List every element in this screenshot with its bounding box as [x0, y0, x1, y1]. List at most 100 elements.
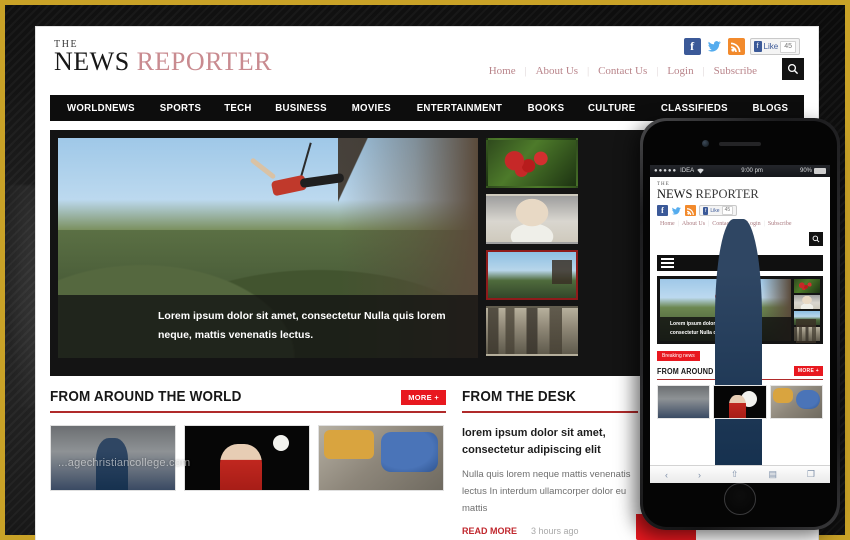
- social-icon-bar: f f Like 45: [683, 38, 800, 55]
- like-thumb-icon: f: [753, 41, 762, 52]
- phone-browser-toolbar: ‹ › ⇧ ▤ ❐: [650, 465, 830, 483]
- rss-icon[interactable]: [685, 205, 696, 217]
- topnav-item-contact-us[interactable]: Contact Us: [589, 65, 656, 77]
- around-the-world-column: FROM AROUND THE WORLD MORE + ...agechris…: [50, 388, 446, 536]
- carrier-label: IDEA: [680, 168, 695, 174]
- from-the-desk-column: FROM THE DESK lorem ipsum dolor sit amet…: [462, 388, 638, 536]
- logo-word-news: NEWS: [54, 47, 130, 76]
- nav-item-classifieds[interactable]: CLASSIFIEDS: [661, 102, 728, 114]
- desk-article-headline[interactable]: lorem ipsum dolor sit amet, consectetur …: [462, 425, 638, 458]
- rss-icon[interactable]: [727, 38, 745, 55]
- back-icon[interactable]: ‹: [665, 470, 668, 480]
- hamburger-line: [661, 266, 674, 269]
- home-button[interactable]: [724, 483, 756, 515]
- search-icon: [787, 63, 799, 75]
- section-header-around-world: FROM AROUND THE WORLD MORE +: [50, 388, 446, 413]
- facebook-like-button[interactable]: f Like 45: [749, 38, 800, 55]
- phone-slider-thumb-1[interactable]: [794, 279, 820, 294]
- news-thumb-1[interactable]: [50, 425, 176, 491]
- hamburger-line: [661, 262, 674, 265]
- slider-main-image[interactable]: Lorem ipsum dolor sit amet, consectetur …: [58, 138, 478, 358]
- secondary-nav: Home | About Us | Contact Us | Login | S…: [480, 65, 766, 77]
- phone-breaking-news-badge: Breaking news: [657, 351, 700, 362]
- nav-item-entertainment[interactable]: ENTERTAINMENT: [417, 102, 503, 114]
- slider-caption-line-1: Lorem ipsum dolor sit amet, consectetur …: [158, 310, 446, 323]
- phone-topnav-item-home[interactable]: Home: [657, 221, 678, 227]
- site-logo[interactable]: THE NEWS REPORTER: [54, 39, 272, 77]
- wifi-icon: [697, 168, 704, 174]
- phone-news-thumb-1[interactable]: [657, 385, 711, 420]
- slider-thumb-3-active[interactable]: [486, 250, 578, 300]
- phone-logo-word-news: NEWS: [657, 187, 693, 201]
- phone-thumbnail-row: [657, 385, 823, 420]
- signal-strength-icon: ●●●●●: [654, 168, 678, 174]
- nav-item-culture[interactable]: CULTURE: [588, 102, 635, 114]
- desk-article-meta: READ MORE 3 hours ago: [462, 526, 638, 536]
- phone-status-bar: ●●●●● IDEA 9:00 pm 90%: [650, 165, 830, 177]
- like-count: 45: [721, 206, 734, 216]
- nav-item-movies[interactable]: MOVIES: [352, 102, 391, 114]
- like-count: 45: [780, 40, 796, 53]
- slider-thumbnail-list: [486, 138, 578, 372]
- phone-slider-thumbs: [794, 279, 820, 344]
- phone-logo-wordmark: NEWS REPORTER: [657, 187, 823, 201]
- like-label: Like: [710, 207, 720, 214]
- phone-topnav-item-about-us[interactable]: About Us: [679, 221, 708, 227]
- logo-word-reporter: REPORTER: [136, 47, 273, 76]
- slider-thumb-1[interactable]: [486, 138, 578, 188]
- more-button-around-world[interactable]: MORE +: [401, 390, 446, 405]
- read-more-link[interactable]: READ MORE: [462, 526, 517, 536]
- news-thumb-3[interactable]: [318, 425, 444, 491]
- nav-item-tech[interactable]: TECH: [225, 102, 252, 114]
- phone-news-thumb-2[interactable]: [713, 385, 767, 420]
- hamburger-icon[interactable]: [661, 258, 674, 269]
- nav-item-business[interactable]: BUSINESS: [276, 102, 328, 114]
- logo-wordmark: NEWS REPORTER: [54, 47, 273, 77]
- earpiece-speaker: [719, 142, 761, 146]
- nav-item-books[interactable]: BOOKS: [528, 102, 565, 114]
- topnav-item-about-us[interactable]: About Us: [527, 65, 587, 77]
- bookmarks-icon[interactable]: ▤: [768, 469, 777, 480]
- phone-news-thumb-3[interactable]: [769, 385, 823, 420]
- facebook-like-button[interactable]: f Like 45: [699, 205, 738, 217]
- facebook-icon[interactable]: f: [657, 205, 668, 217]
- screenshot-stage: THE NEWS REPORTER f f Like 45 Home | Abo…: [0, 0, 850, 540]
- phone-more-button[interactable]: MORE +: [793, 366, 823, 377]
- slider-thumb-2[interactable]: [486, 194, 578, 244]
- nav-item-blogs[interactable]: BLOGS: [753, 102, 789, 114]
- hamburger-line: [661, 258, 674, 261]
- like-thumb-icon: f: [703, 206, 709, 215]
- phone-slider-thumb-2[interactable]: [794, 295, 820, 310]
- topnav-item-login[interactable]: Login: [658, 65, 702, 77]
- iphone-mockup: ●●●●● IDEA 9:00 pm 90% THE NEWS REPORTER…: [640, 118, 840, 530]
- forward-icon[interactable]: ›: [698, 470, 701, 480]
- battery-status: 90%: [800, 168, 826, 174]
- battery-percent: 90%: [799, 168, 812, 174]
- twitter-icon[interactable]: [705, 38, 723, 55]
- jumper-legs: [299, 172, 345, 189]
- phone-slider-thumb-3[interactable]: [794, 311, 820, 344]
- phone-social-bar: f f Like 45: [657, 205, 823, 217]
- phone-logo-word-reporter: REPORTER: [695, 187, 759, 201]
- share-icon[interactable]: ⇧: [731, 469, 739, 480]
- phone-topnav-item-subscribe[interactable]: Subscribe: [765, 221, 795, 227]
- tabs-icon[interactable]: ❐: [807, 469, 815, 480]
- status-clock: 9:00 pm: [741, 168, 763, 174]
- nav-item-worldnews[interactable]: WORLDNEWS: [67, 102, 135, 114]
- slider-thumb-4[interactable]: [486, 306, 578, 356]
- status-left: ●●●●● IDEA: [654, 168, 704, 174]
- phone-search-button[interactable]: [809, 232, 823, 247]
- topnav-item-home[interactable]: Home: [480, 65, 525, 77]
- nav-item-sports[interactable]: SPORTS: [160, 102, 201, 114]
- topnav-item-subscribe[interactable]: Subscribe: [705, 65, 766, 77]
- phone-section-around-world: FROM AROUND THE WORLD MORE +: [657, 366, 823, 420]
- slider-caption-line-2: neque, mattis venenatis lectus.: [158, 328, 314, 341]
- twitter-icon[interactable]: [671, 205, 682, 217]
- site-header: THE NEWS REPORTER f f Like 45 Home | Abo…: [36, 27, 818, 93]
- phone-slider-thumb-4[interactable]: [794, 327, 820, 342]
- battery-icon: [814, 168, 826, 174]
- facebook-icon[interactable]: f: [683, 38, 701, 55]
- search-button[interactable]: [782, 58, 804, 80]
- phone-logo[interactable]: THE NEWS REPORTER: [657, 182, 823, 201]
- news-thumb-2[interactable]: [184, 425, 310, 491]
